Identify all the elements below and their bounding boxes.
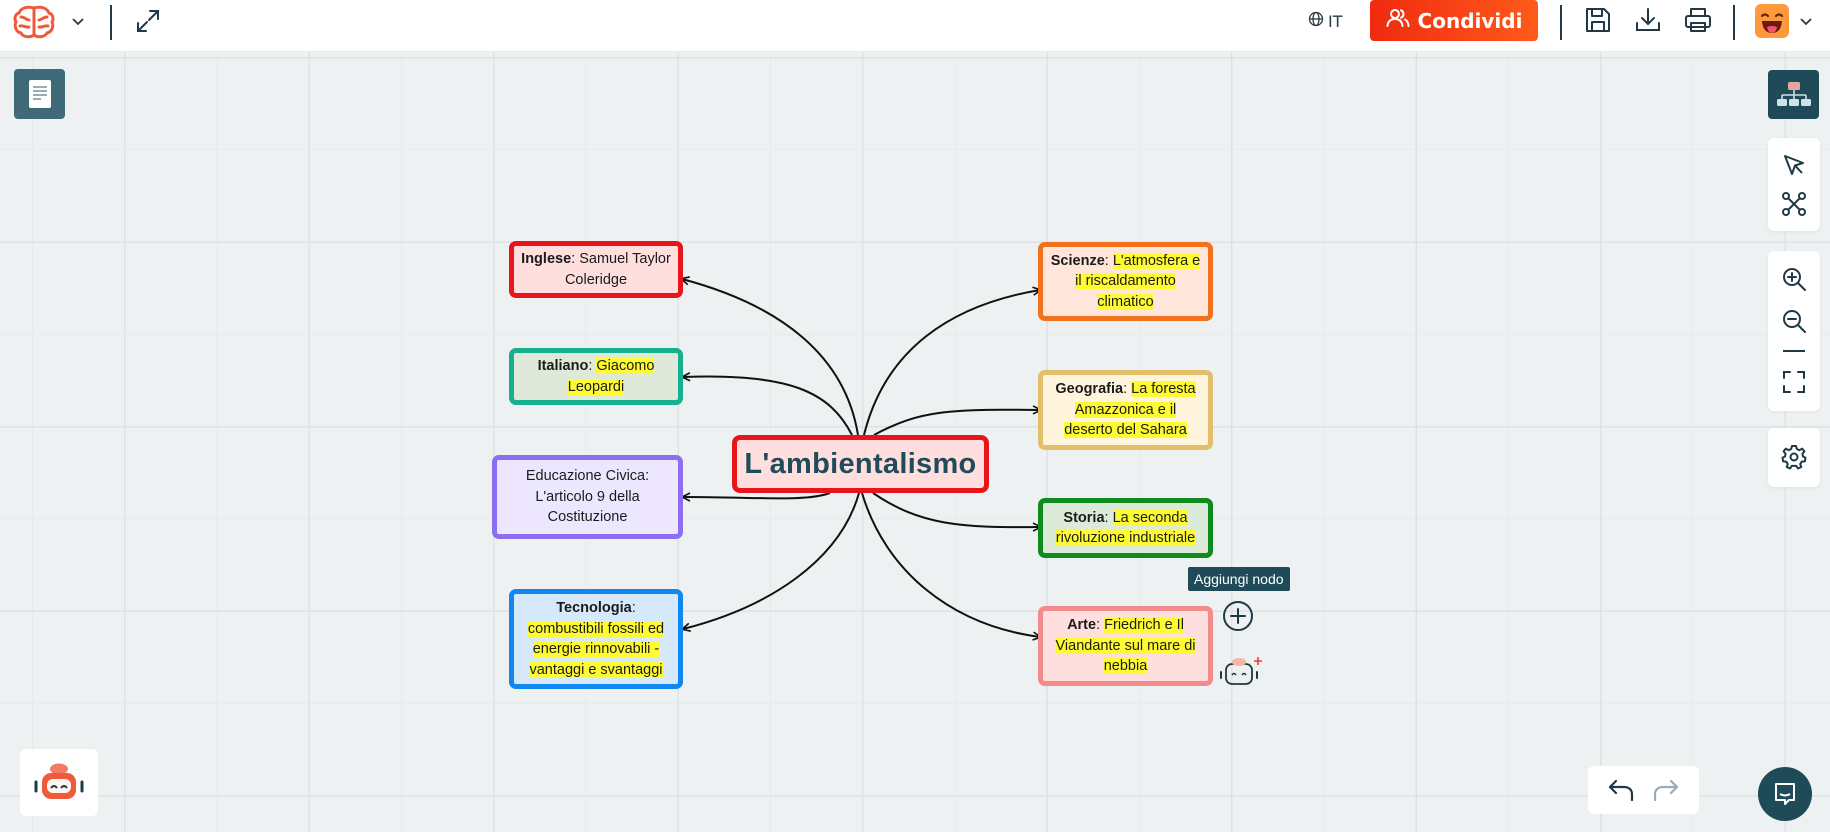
history-panel <box>1588 766 1699 814</box>
node-arte[interactable]: Arte: Friedrich e Il Viandante sul mare … <box>1038 606 1213 686</box>
robot-icon <box>33 761 85 805</box>
node-text: Geografia: La foresta Amazzonica e il de… <box>1055 381 1196 439</box>
node-text: Storia: La seconda rivoluzione industria… <box>1055 509 1196 546</box>
node-text: Arte: Friedrich e Il Viandante sul mare … <box>1055 617 1196 675</box>
central-topic-label: L'ambientalismo <box>744 447 977 480</box>
robot-add-icon[interactable] <box>1218 654 1264 688</box>
edge-civica <box>683 492 831 498</box>
plus-circle-icon[interactable] <box>1222 600 1254 632</box>
ai-assistant-button[interactable] <box>20 749 98 816</box>
edge-geografia <box>873 410 1040 436</box>
node-tecnologia[interactable]: Tecnologia: combustibili fossili ed ener… <box>509 589 683 689</box>
central-topic-node[interactable]: L'ambientalismo <box>732 435 989 493</box>
edge-arte <box>861 492 1040 637</box>
add-node-tooltip: Aggiungi nodo <box>1188 567 1290 591</box>
edge-italiano <box>683 376 853 436</box>
edge-scienze <box>863 290 1040 436</box>
node-geografia[interactable]: Geografia: La foresta Amazzonica e il de… <box>1038 370 1213 450</box>
chat-icon[interactable] <box>1758 767 1812 821</box>
node-text: Tecnologia: combustibili fossili ed ener… <box>527 600 665 678</box>
edge-tecnologia <box>683 492 860 629</box>
node-inglese[interactable]: Inglese: Samuel Taylor Coleridge <box>509 241 683 298</box>
node-text: Italiano: Giacomo Leopardi <box>537 358 655 395</box>
edge-inglese <box>682 279 859 436</box>
node-text: Educazione Civica: L'articolo 9 della Co… <box>525 468 650 526</box>
undo-icon[interactable] <box>1607 777 1635 803</box>
node-text: Inglese: Samuel Taylor Coleridge <box>521 251 671 288</box>
redo-icon[interactable] <box>1652 777 1680 803</box>
map-connections <box>0 0 1830 832</box>
node-scienze[interactable]: Scienze: L'atmosfera e il riscaldamento … <box>1038 242 1213 321</box>
node-storia[interactable]: Storia: La seconda rivoluzione industria… <box>1038 498 1213 558</box>
node-italiano[interactable]: Italiano: Giacomo Leopardi <box>509 348 683 405</box>
node-educazione-civica[interactable]: Educazione Civica: L'articolo 9 della Co… <box>492 455 683 539</box>
node-text: Scienze: L'atmosfera e il riscaldamento … <box>1050 252 1201 310</box>
edge-storia <box>872 492 1040 527</box>
